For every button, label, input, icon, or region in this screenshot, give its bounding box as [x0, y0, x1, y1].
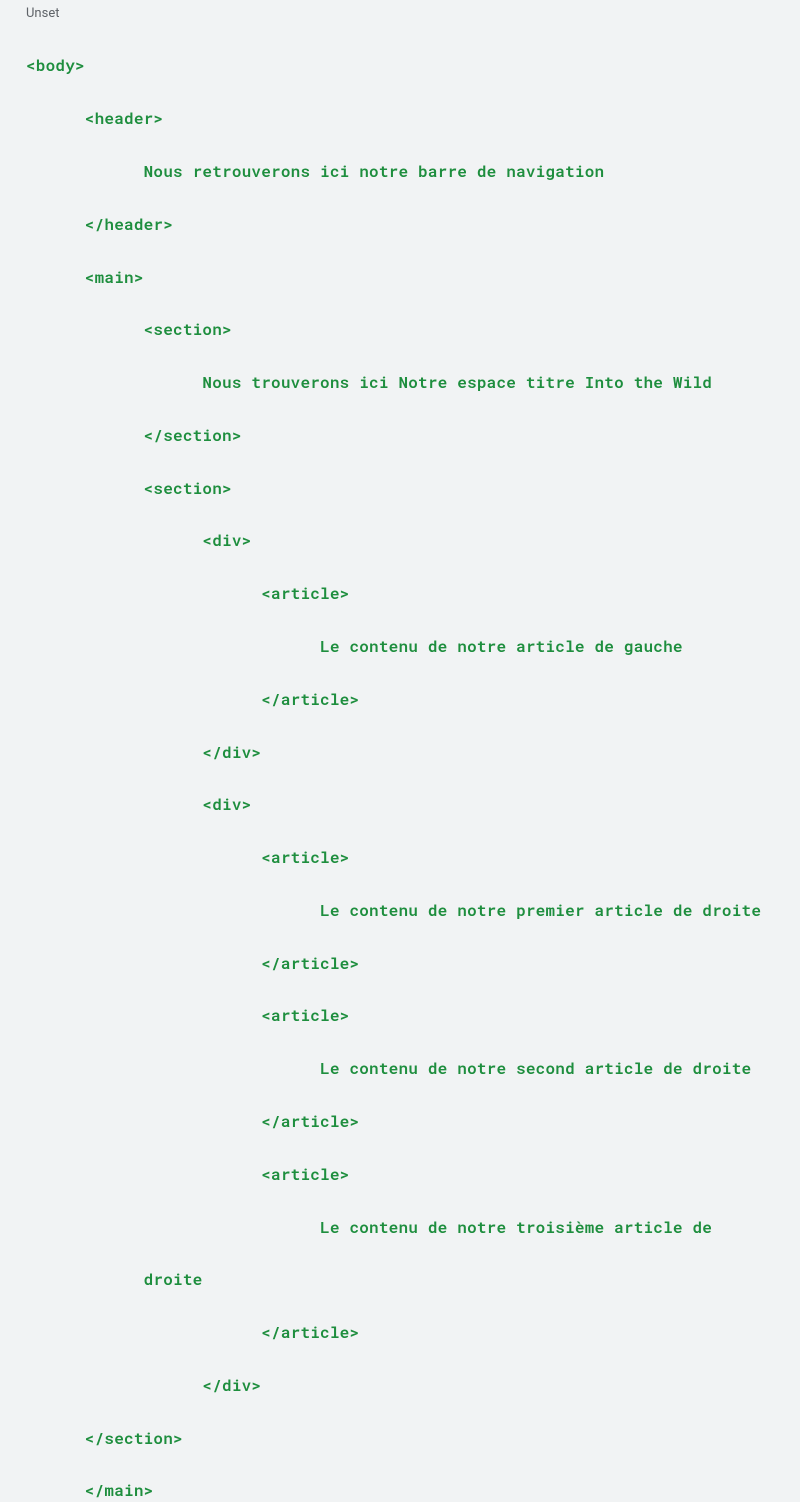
code-line: </main> [26, 1478, 790, 1502]
code-line: Le contenu de notre troisième article de [26, 1215, 790, 1241]
code-line: Nous retrouverons ici notre barre de nav… [26, 159, 790, 185]
code-line: </header> [26, 212, 790, 238]
code-line: Nous trouverons ici Notre espace titre I… [26, 370, 790, 396]
code-line: Le contenu de notre second article de dr… [26, 1056, 790, 1082]
code-line: <article> [26, 845, 790, 871]
code-line: </article> [26, 1320, 790, 1346]
code-block: <body> <header> Nous retrouverons ici no… [10, 27, 790, 1502]
code-line: <section> [26, 317, 790, 343]
code-line: </section> [26, 1426, 790, 1452]
code-line: </article> [26, 951, 790, 977]
code-line: <main> [26, 265, 790, 291]
code-line: Le contenu de notre premier article de d… [26, 898, 790, 924]
code-language-label: Unset [26, 6, 790, 21]
code-line: <section> [26, 476, 790, 502]
code-line: </article> [26, 1109, 790, 1135]
code-line: <header> [26, 106, 790, 132]
code-line: </div> [26, 1373, 790, 1399]
code-line: <body> [26, 53, 790, 79]
code-line: <div> [26, 792, 790, 818]
code-line: </div> [26, 740, 790, 766]
code-line: droite [26, 1267, 790, 1293]
code-line: </article> [26, 687, 790, 713]
code-line: Le contenu de notre article de gauche [26, 634, 790, 660]
code-line: <article> [26, 1003, 790, 1029]
code-line: </section> [26, 423, 790, 449]
code-line: <div> [26, 528, 790, 554]
code-line: <article> [26, 1162, 790, 1188]
code-line: <article> [26, 581, 790, 607]
